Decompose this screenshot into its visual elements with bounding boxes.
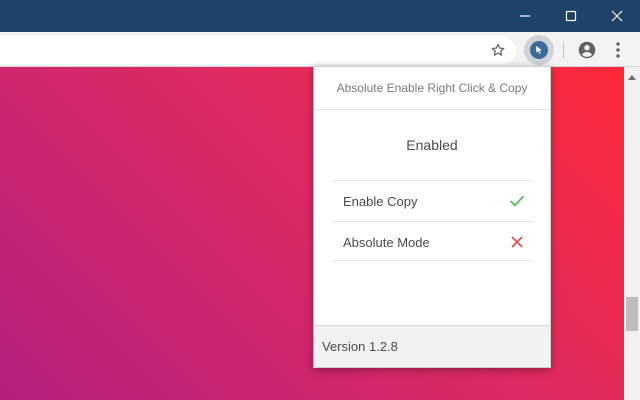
window-titlebar <box>0 0 640 32</box>
address-bar[interactable] <box>0 36 516 64</box>
status-text[interactable]: Enabled <box>314 129 550 161</box>
cursor-icon <box>536 46 542 54</box>
popup-footer: Version 1.2.8 <box>314 325 550 367</box>
minimize-button[interactable] <box>502 0 548 32</box>
vertical-scrollbar[interactable] <box>624 67 640 400</box>
extension-button[interactable] <box>524 35 554 65</box>
version-label: Version 1.2.8 <box>322 339 398 354</box>
toolbar-separator <box>563 42 564 58</box>
star-icon <box>491 43 505 56</box>
bookmark-button[interactable] <box>484 36 512 64</box>
scroll-thumb[interactable] <box>626 297 638 331</box>
extension-badge <box>530 41 548 59</box>
maximize-button[interactable] <box>548 0 594 32</box>
profile-button[interactable] <box>573 36 601 64</box>
option-label: Absolute Mode <box>343 234 430 250</box>
close-icon <box>611 10 623 22</box>
browser-menu-button[interactable] <box>606 36 630 64</box>
popup-title: Absolute Enable Right Click & Copy <box>314 67 550 110</box>
kebab-menu-icon <box>616 42 620 58</box>
extension-popup: Absolute Enable Right Click & Copy Enabl… <box>313 66 551 368</box>
arrow-up-icon <box>628 75 636 80</box>
account-circle-icon <box>578 41 596 59</box>
option-absolute-mode[interactable]: Absolute Mode <box>333 221 533 261</box>
scroll-up-button[interactable] <box>624 71 640 83</box>
option-label: Enable Copy <box>343 193 418 209</box>
minimize-icon <box>520 15 530 17</box>
maximize-icon <box>565 10 577 22</box>
cross-icon[interactable] <box>509 234 525 250</box>
option-enable-copy[interactable]: Enable Copy <box>333 180 533 220</box>
close-button[interactable] <box>594 0 640 32</box>
check-icon[interactable] <box>509 193 525 209</box>
